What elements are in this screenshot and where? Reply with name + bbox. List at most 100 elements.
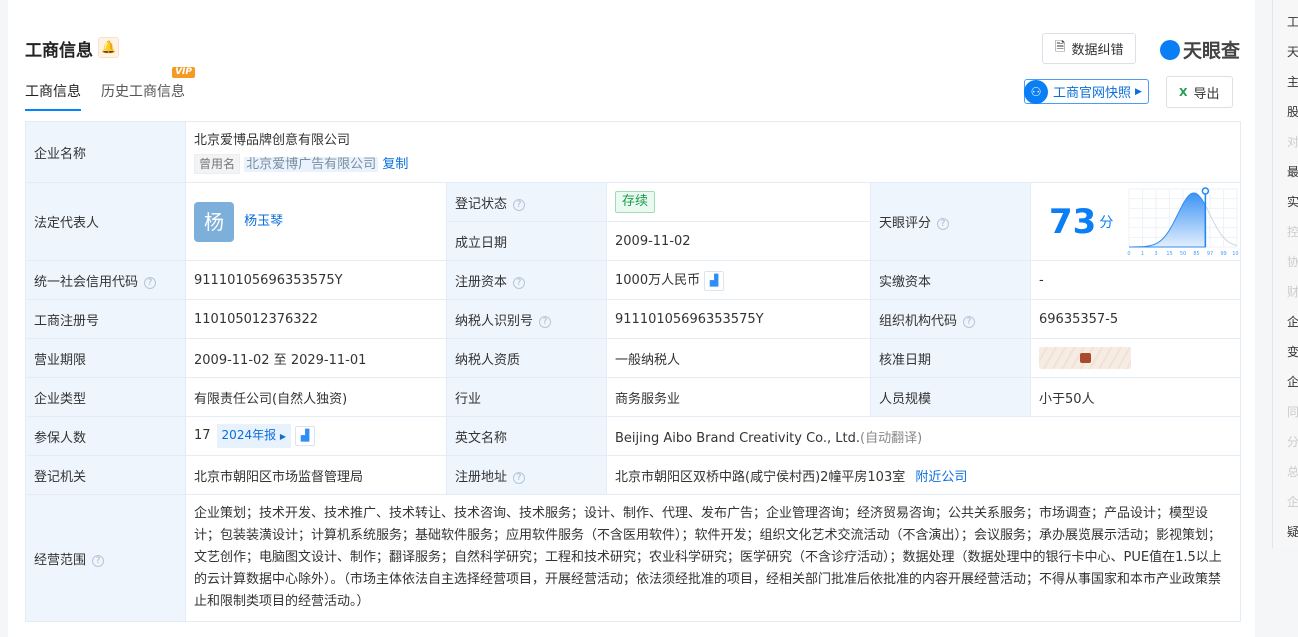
business-info-panel: 工商信息 🔔 工商信息 历史工商信息 VIP 🗎 数据纠错 天眼查 ⚇ 工商官网快照 ▶… (8, 0, 1255, 637)
lock-icon (1079, 353, 1091, 363)
help-icon[interactable]: ? (513, 276, 526, 289)
industry-value: 商务服务业 (606, 377, 871, 417)
locked-value[interactable] (1039, 347, 1131, 369)
score-marker-pin (1201, 186, 1210, 195)
side-navigation: 工天主股对最实控协财企变企同分总企疑 (1272, 0, 1298, 548)
side-nav-item[interactable]: 财 (1273, 277, 1298, 307)
x-tick-label: 0 (1128, 251, 1131, 257)
x-tick-label: 15 (1167, 251, 1173, 257)
industry-label: 行业 (446, 377, 607, 417)
excel-icon: X (1179, 85, 1188, 99)
nearby-companies-link[interactable]: 附近公司 (915, 470, 967, 485)
approve-date-label: 核准日期 (870, 338, 1031, 378)
auto-translate-note: (自动翻译) (860, 430, 923, 446)
company-name-label: 企业名称 (25, 121, 186, 183)
side-nav-item[interactable]: 天 (1273, 37, 1298, 67)
help-icon[interactable]: ? (513, 198, 526, 211)
status-label: 登记状态? (446, 182, 607, 222)
side-nav-item[interactable]: 控 (1273, 217, 1298, 247)
status-cell: 存续 (606, 182, 871, 222)
x-tick-label: 100 (1233, 251, 1240, 257)
x-tick-label: 3 (1155, 251, 1158, 257)
tianyancha-logo: 天眼查 (1160, 36, 1240, 63)
copy-link[interactable]: 复制 (382, 157, 408, 172)
data-correction-label: 数据纠错 (1071, 43, 1124, 58)
company-name-cell: 北京爱博品牌创意有限公司 曾用名 北京爱博广告有限公司 复制 (185, 121, 1241, 183)
paid-capital-value: - (1030, 260, 1241, 300)
credit-code-value: 91110105696353575Y (185, 260, 447, 300)
side-nav-item[interactable]: 主 (1273, 67, 1298, 97)
reg-no-value: 110105012376322 (185, 299, 447, 339)
side-nav-item[interactable]: 实 (1273, 187, 1298, 217)
staff-label: 人员规模 (870, 377, 1031, 417)
score-unit: 分 (1099, 214, 1114, 231)
authority-value: 北京市朝阳区市场监督管理局 (185, 455, 447, 495)
x-tick-label: 85 (1194, 251, 1200, 257)
side-nav-item[interactable]: 企 (1273, 307, 1298, 337)
stamp-icon: ⚇ (1024, 79, 1048, 104)
side-nav-item[interactable]: 疑 (1273, 517, 1298, 547)
address-label: 注册地址? (446, 455, 607, 495)
x-tick-label: 50 (1180, 251, 1186, 257)
reg-no-label: 工商注册号 (25, 299, 186, 339)
legal-rep-cell: 杨 杨玉琴 (185, 182, 447, 261)
business-info-table: 企业名称 北京爱博品牌创意有限公司 曾用名 北京爱博广告有限公司 复制 法定代表… (25, 121, 1241, 622)
side-nav-item[interactable]: 协 (1273, 247, 1298, 277)
annual-report-link[interactable]: 2024年报 ▶ (216, 424, 292, 448)
side-nav-item[interactable]: 股 (1273, 97, 1298, 127)
official-snapshot-button[interactable]: ⚇ 工商官网快照 ▶ (1024, 79, 1149, 104)
side-nav-item[interactable]: 对 (1273, 127, 1298, 157)
help-icon[interactable]: ? (92, 554, 105, 567)
side-nav-item[interactable]: 企 (1273, 487, 1298, 517)
bell-icon[interactable]: 🔔 (98, 37, 119, 58)
caret-right-icon: ▶ (1135, 86, 1142, 97)
credit-code-label: 统一社会信用代码? (25, 260, 186, 300)
help-icon[interactable]: ? (963, 315, 976, 328)
side-nav-item[interactable]: 工 (1273, 7, 1298, 37)
en-name-value: Beijing Aibo Brand Creativity Co., Ltd. (615, 430, 861, 446)
logo-text: 天眼查 (1183, 40, 1241, 62)
tab-history[interactable]: 历史工商信息 VIP (101, 67, 195, 111)
snapshot-label: 工商官网快照 (1053, 86, 1132, 101)
reg-capital-cell: 1000万人民币 ▟ (606, 260, 871, 300)
side-nav-item[interactable]: 总 (1273, 457, 1298, 487)
address-cell: 北京市朝阳区双桥中路(咸宁侯村西)2幢平房103室 附近公司 (606, 455, 1241, 495)
insured-value: 17 (194, 428, 211, 443)
legal-rep-name[interactable]: 杨玉琴 (244, 214, 283, 229)
avatar: 杨 (194, 201, 234, 242)
insured-label: 参保人数 (25, 416, 186, 456)
help-icon[interactable]: ? (539, 315, 552, 328)
score-value: 73 (1049, 201, 1097, 242)
help-icon[interactable]: ? (513, 471, 526, 484)
former-name: 北京爱博广告有限公司 (244, 156, 379, 172)
side-nav-item[interactable]: 分 (1273, 427, 1298, 457)
tianyan-score-cell[interactable]: 73分 0 1 3 15 50 85 97 99 100 (1030, 182, 1241, 261)
chart-icon[interactable]: ▟ (295, 425, 316, 446)
term-value: 2009-11-02 至 2029-11-01 (185, 338, 447, 378)
type-label: 企业类型 (25, 377, 186, 417)
tab-history-label: 历史工商信息 (101, 84, 185, 100)
help-icon[interactable]: ? (937, 218, 950, 230)
side-nav-item[interactable]: 变 (1273, 337, 1298, 367)
founded-label: 成立日期 (446, 221, 607, 261)
chart-icon[interactable]: ▟ (704, 270, 725, 291)
export-button[interactable]: X 导出 (1166, 76, 1233, 108)
help-icon[interactable]: ? (144, 276, 157, 289)
tab-business-info[interactable]: 工商信息 (25, 81, 81, 111)
insured-cell: 17 2024年报 ▶ ▟ (185, 416, 447, 456)
authority-label: 登记机关 (25, 455, 186, 495)
data-correction-button[interactable]: 🗎 数据纠错 (1042, 33, 1137, 64)
document-icon: 🗎 (1055, 39, 1066, 55)
score-area (1129, 191, 1207, 247)
address-value: 北京市朝阳区双桥中路(咸宁侯村西)2幢平房103室 (615, 469, 906, 485)
section-title: 工商信息 (25, 41, 93, 61)
en-name-cell: Beijing Aibo Brand Creativity Co., Ltd.(… (606, 416, 1241, 456)
vip-badge: VIP (172, 67, 195, 78)
side-nav-item[interactable]: 最 (1273, 157, 1298, 187)
side-nav-item[interactable]: 企 (1273, 367, 1298, 397)
side-nav-item[interactable]: 同 (1273, 397, 1298, 427)
reg-capital-label: 注册资本? (446, 260, 607, 300)
x-tick-label: 99 (1221, 251, 1227, 257)
term-label: 营业期限 (25, 338, 186, 378)
export-label: 导出 (1193, 86, 1220, 102)
